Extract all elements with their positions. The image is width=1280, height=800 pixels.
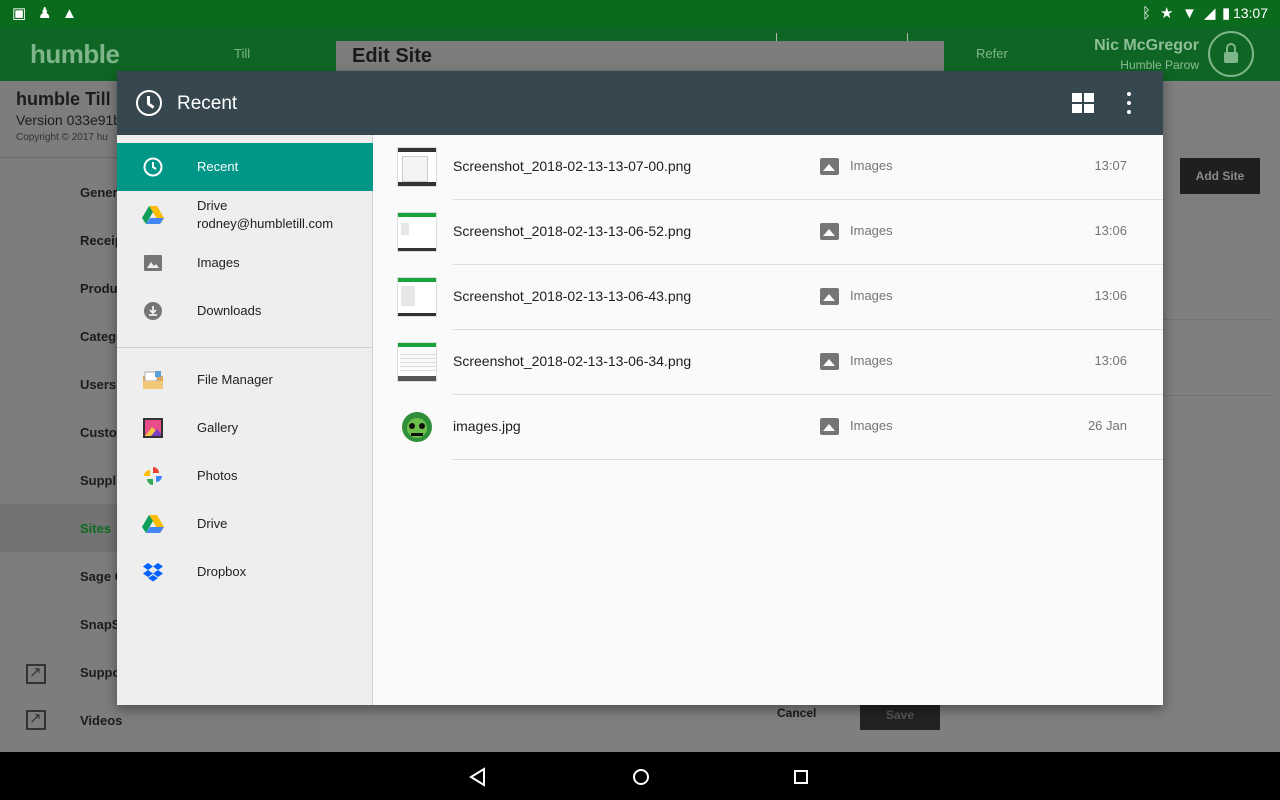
root-item-images[interactable]: Images [117,239,373,287]
sidebar-item-sites: Sites [80,521,112,536]
side-version: Version 033e91b [16,112,122,128]
bluetooth-icon: ᛒ [1142,5,1152,22]
image-icon [144,255,162,271]
cancel-button: Cancel [777,706,817,720]
root-label: Downloads [197,303,262,318]
document-thumbnail [397,277,437,317]
lock-icon [1208,31,1254,77]
document-date: 13:06 [1094,353,1127,368]
root-label: Gallery [197,420,239,435]
clock-icon [143,157,163,177]
document-date: 13:07 [1094,158,1127,173]
root-item-dropbox[interactable]: Dropbox [117,548,373,596]
document-date: 13:06 [1094,288,1127,303]
image-type-icon [820,418,839,435]
picker-toolbar: Recent [117,71,1163,135]
external-link-icon [26,663,46,684]
document-type: Images [850,353,893,368]
document-name: Screenshot_2018-02-13-13-07-00.png [453,158,692,174]
root-label: Drive [197,516,228,531]
navigation-bar [0,752,1280,800]
status-clock: 13:07 [1232,5,1268,21]
root-label: Recent [197,159,239,174]
document-name: Screenshot_2018-02-13-13-06-52.png [453,223,692,239]
signal-icon: ◢ [1204,5,1216,22]
root-item-drive[interactable]: Drive [117,500,373,548]
document-thumbnail [397,147,437,187]
document-item[interactable]: Screenshot_2018-02-13-13-07-00.png Image… [373,135,1163,200]
clock-icon [136,90,162,116]
document-picker: Recent Recent Drive rodney@humbletill.com… [117,71,1163,705]
sidebar-item-customers: Custor [80,425,122,440]
root-item-file-manager[interactable]: File Manager [117,356,373,404]
recents-icon[interactable] [789,765,813,789]
image-type-icon [820,223,839,240]
root-label: Photos [197,468,238,483]
roots-drawer: Recent Drive rodney@humbletill.com Images… [117,135,373,705]
document-item[interactable]: images.jpg Images 26 Jan [373,395,1163,460]
nav-refer: Refer [976,46,1008,61]
root-label: Drive rodney@humbletill.com [197,198,334,231]
sidebar-item-support: Suppo [80,665,121,680]
document-date: 26 Jan [1087,418,1127,433]
add-site-button: Add Site [1180,158,1260,194]
file-manager-icon [143,371,163,389]
root-item-gallery[interactable]: Gallery [117,404,373,452]
document-type: Images [850,223,893,238]
document-date: 13:06 [1094,223,1127,238]
document-item[interactable]: Screenshot_2018-02-13-13-06-52.png Image… [373,200,1163,265]
image-type-icon [820,288,839,305]
dropbox-icon [143,563,163,582]
download-icon [144,302,162,320]
document-name: images.jpg [453,418,521,434]
document-item[interactable]: Screenshot_2018-02-13-13-06-34.png Image… [373,330,1163,395]
root-label: Dropbox [197,564,247,579]
sidebar-item-videos: Videos [80,713,123,728]
document-type: Images [850,418,893,433]
user-site: Humble Parow [1120,58,1199,72]
picture-notification-icon: ▣ [12,5,27,22]
wifi-icon: ▼ [1182,5,1197,22]
document-item[interactable]: Screenshot_2018-02-13-13-06-43.png Image… [373,265,1163,330]
home-icon[interactable] [629,765,653,789]
grid-view-icon[interactable] [1072,93,1094,113]
more-options-icon[interactable] [1123,92,1135,116]
google-drive-icon [142,515,164,533]
document-thumbnail [397,342,437,382]
document-thumbnail [397,407,437,447]
app-brand: humble [30,39,120,69]
warning-icon: ▲ [62,5,77,22]
google-photos-icon [144,467,162,485]
side-title: humble Till [16,89,111,109]
sidebar-item-users: Users [80,377,117,392]
root-label: Images [197,255,240,270]
google-drive-icon [142,206,164,224]
document-name: Screenshot_2018-02-13-13-06-34.png [453,353,692,369]
root-label: File Manager [197,372,273,387]
battery-icon: ▮ [1222,5,1231,22]
document-type: Images [850,288,893,303]
user-info: Nic McGregor Humble Parow [1094,37,1199,72]
star-icon: ★ [1160,5,1174,22]
root-item-downloads[interactable]: Downloads [117,287,373,335]
image-type-icon [820,158,839,175]
android-debug-icon: ♟ [38,5,52,22]
root-item-drive-account[interactable]: Drive rodney@humbletill.com [117,191,373,239]
sidebar-item-snapscan: SnapS [80,617,121,632]
document-type: Images [850,158,893,173]
root-item-recent[interactable]: Recent [117,143,373,191]
nav-till: Till [234,46,251,61]
gallery-icon [143,418,163,438]
external-link-icon [26,709,46,730]
status-bar: ▣ ♟ ▲ ᛒ ★ ▼ ◢ ▮ 13:07 [0,0,1280,27]
document-thumbnail [397,212,437,252]
picker-title: Recent [177,93,238,114]
edit-site-title: Edit Site [352,45,433,67]
root-item-photos[interactable]: Photos [117,452,373,500]
document-name: Screenshot_2018-02-13-13-06-43.png [453,288,692,304]
back-icon[interactable] [466,765,490,789]
user-name: Nic McGregor [1094,37,1199,54]
image-type-icon [820,353,839,370]
side-copyright: Copyright © 2017 hu [16,132,108,143]
